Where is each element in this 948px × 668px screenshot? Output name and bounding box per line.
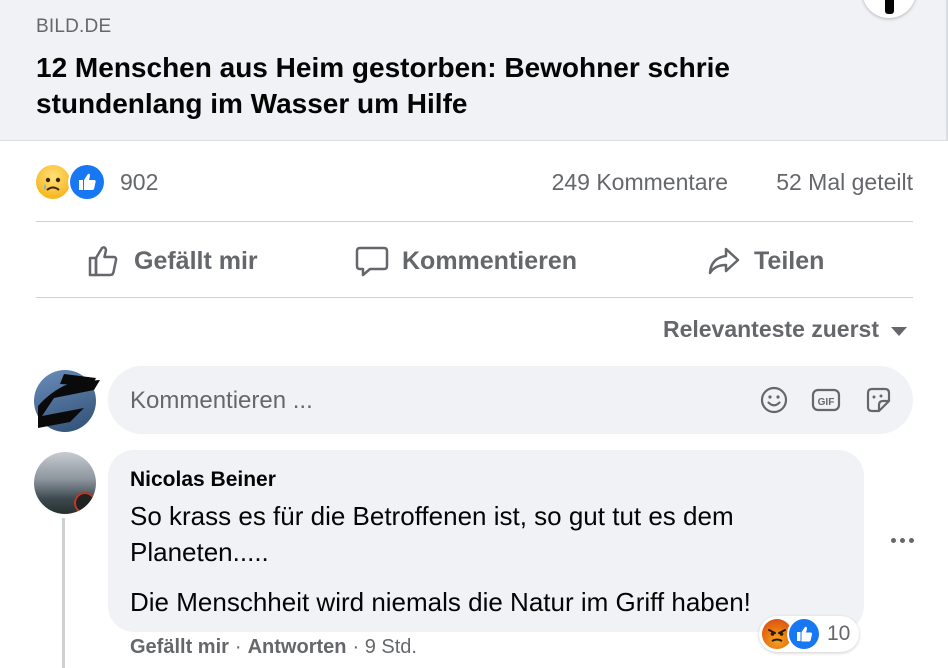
share-count[interactable]: 52 Mal geteilt: [776, 169, 913, 196]
comment-author[interactable]: Nicolas Beiner: [130, 468, 276, 492]
comment-like-link[interactable]: Gefällt mir: [130, 636, 229, 659]
comment-text: So krass es für die Betroffenen ist, so …: [130, 501, 734, 567]
sad-emoji-icon: [36, 165, 70, 199]
comment-timestamp[interactable]: · 9 Std.: [352, 636, 416, 659]
comment-reply-link[interactable]: Antworten: [248, 636, 347, 659]
comment-text: Die Menschheit wird niemals die Natur im…: [130, 587, 751, 617]
ellipsis-icon: [899, 537, 905, 543]
comment-input[interactable]: Kommentieren ...: [130, 387, 313, 415]
divider: [36, 297, 913, 298]
gif-icon[interactable]: GIF: [810, 384, 842, 416]
comment-button[interactable]: Kommentieren: [354, 236, 577, 286]
speech-bubble-icon: [354, 243, 390, 279]
share-button-label: Teilen: [754, 246, 825, 275]
share-arrow-icon: [706, 243, 742, 279]
divider: [36, 221, 913, 222]
separator: ·: [234, 636, 242, 658]
info-button[interactable]: [862, 0, 916, 18]
link-preview[interactable]: BILD.DE 12 Menschen aus Heim gestorben: …: [0, 0, 948, 141]
comment-actions: Gefällt mir · Antworten · 9 Std.: [130, 636, 417, 659]
comment-composer[interactable]: Kommentieren ... GIF: [108, 366, 913, 434]
comment-button-label: Kommentieren: [402, 246, 578, 275]
svg-text:GIF: GIF: [818, 397, 835, 408]
reaction-count[interactable]: 902: [120, 169, 158, 196]
avatar-badge: [74, 492, 96, 514]
emoji-icon[interactable]: [758, 384, 790, 416]
comment-reaction-count: 10: [827, 622, 851, 645]
share-button[interactable]: Teilen: [706, 236, 824, 286]
comment-avatar[interactable]: [34, 452, 96, 514]
comment-sort-dropdown[interactable]: Relevanteste zuerst: [663, 316, 907, 343]
reaction-summary: 902 249 Kommentare 52 Mal geteilt: [36, 163, 913, 203]
thread-line: [62, 518, 65, 668]
like-button[interactable]: Gefällt mir: [86, 236, 258, 286]
sort-label: Relevanteste zuerst: [662, 316, 879, 342]
like-icon: [789, 619, 819, 649]
ellipsis-icon: [890, 537, 896, 543]
link-headline[interactable]: 12 Menschen aus Heim gestorben: Bewohner…: [36, 50, 836, 122]
redaction-scribble: [38, 374, 100, 428]
sticker-icon[interactable]: [862, 384, 894, 416]
info-icon: [885, 0, 894, 14]
comment-bubble: Nicolas Beiner So krass es für die Betro…: [108, 450, 864, 632]
comment-count[interactable]: 249 Kommentare: [552, 169, 728, 196]
caret-down-icon: [891, 326, 907, 336]
angry-emoji-icon: [762, 619, 792, 649]
reaction-icons[interactable]: [36, 163, 108, 201]
like-icon: [70, 165, 104, 199]
like-button-label: Gefällt mir: [134, 246, 258, 275]
more-options-button[interactable]: [884, 528, 920, 552]
ellipsis-icon: [908, 537, 914, 543]
link-source: BILD.DE: [36, 16, 112, 37]
thumbs-up-icon: [86, 243, 122, 279]
comment-reactions[interactable]: 10: [759, 616, 859, 652]
